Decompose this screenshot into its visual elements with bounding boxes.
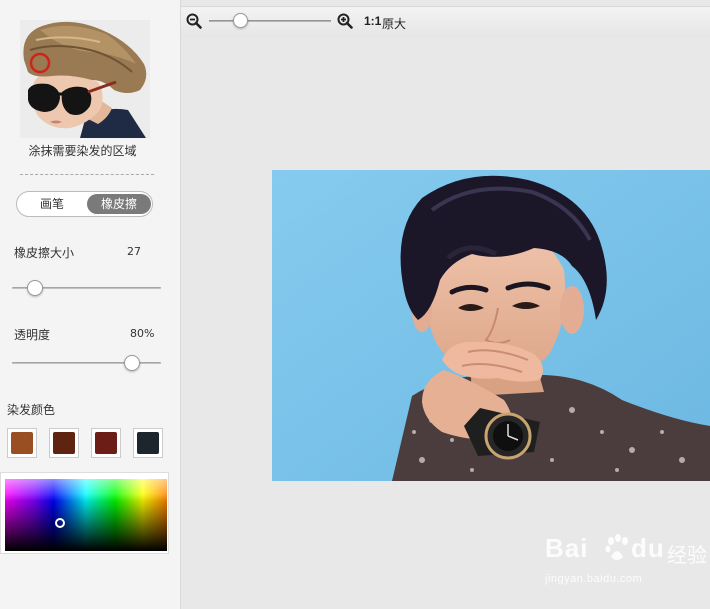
divider: [20, 174, 154, 175]
color-swatch[interactable]: [133, 428, 163, 458]
watermark-jingyan: 经验: [667, 545, 707, 567]
picker-fade: [5, 479, 167, 501]
opacity-value: 80%: [130, 327, 155, 340]
watermark-brand: Bai: [545, 533, 589, 563]
color-swatch[interactable]: [7, 428, 37, 458]
eraser-size-label: 橡皮擦大小: [14, 246, 75, 260]
swatch-fill: [53, 432, 75, 454]
zoom-toolbar: 1:1 原大: [181, 6, 710, 37]
sample-thumbnail: [20, 20, 150, 138]
tool-toggle: 画笔 橡皮擦: [16, 191, 153, 217]
watermark-brand-suffix: du: [631, 533, 665, 563]
picker-handle[interactable]: [55, 518, 65, 528]
baidu-jingyan-watermark: Bai du 经验 jingyan.baidu.com: [545, 533, 707, 585]
color-picker[interactable]: [5, 479, 167, 551]
watermark-url: jingyan.baidu.com: [545, 573, 643, 585]
paw-icon: [605, 534, 628, 560]
opacity-label: 透明度: [14, 328, 51, 342]
zoom-in-icon[interactable]: [337, 13, 353, 29]
slider-track: [209, 20, 331, 22]
zoom-out-icon[interactable]: [186, 13, 202, 29]
slider-thumb[interactable]: [233, 13, 249, 28]
eraser-size-value: 27: [127, 245, 141, 258]
zoom-slider[interactable]: [209, 13, 331, 29]
swatch-fill: [95, 432, 117, 454]
opacity-slider[interactable]: [12, 355, 161, 371]
swatch-fill: [137, 432, 159, 454]
slider-thumb[interactable]: [124, 355, 141, 371]
swatch-fill: [11, 432, 33, 454]
hair-color-label: 染发颜色: [7, 403, 56, 417]
left-panel: 涂抹需要染发的区域 画笔 橡皮擦 橡皮擦大小 27 透明度 80% 染发颜色: [0, 0, 181, 609]
pen-tool-button[interactable]: 画笔: [17, 192, 87, 216]
slider-thumb[interactable]: [27, 280, 44, 296]
color-swatch[interactable]: [91, 428, 121, 458]
eraser-size-slider[interactable]: [12, 280, 161, 296]
photo-canvas[interactable]: [272, 170, 710, 481]
main-area: 1:1 原大 Bai du 经验 jingyan.baidu.com: [181, 0, 710, 609]
color-picker-frame: [0, 472, 169, 554]
sample-caption: 涂抹需要染发的区域: [28, 144, 137, 158]
original-size-button[interactable]: 原大: [382, 15, 406, 32]
color-swatch[interactable]: [49, 428, 79, 458]
zoom-ratio: 1:1: [364, 14, 382, 28]
eraser-tool-button[interactable]: 橡皮擦: [87, 194, 151, 214]
